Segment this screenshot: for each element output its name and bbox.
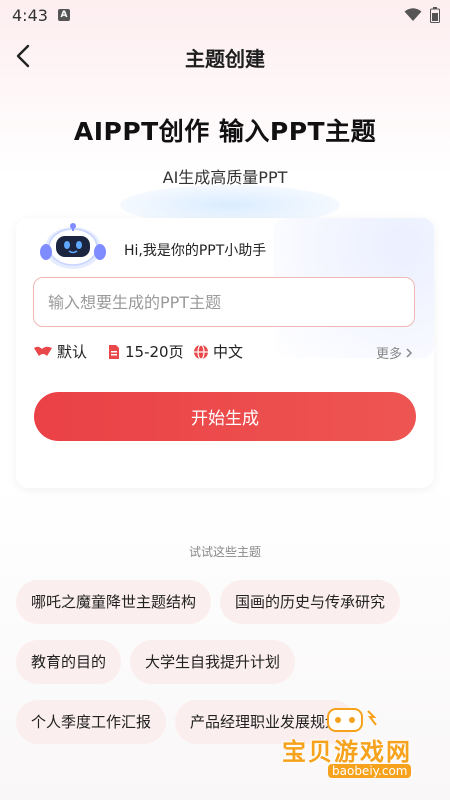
options-row: 默认 15-20页 中文 更多 [33, 341, 415, 363]
hero-title: AIPPT创作 输入PPT主题 [73, 117, 377, 146]
suggestion-chip[interactable]: 国画的历史与传承研究 [220, 580, 401, 624]
suggestion-chip[interactable]: 个人季度工作汇报 [16, 700, 167, 744]
more-label: 更多 [375, 347, 402, 362]
style-label: 默认 [57, 343, 88, 361]
topic-input[interactable] [34, 278, 414, 326]
assistant-greeting: Hi,我是你的PPT小助手 [124, 243, 267, 259]
style-option[interactable]: 默认 [33, 341, 87, 362]
status-bar: 4:43 A [0, 0, 450, 32]
suggestion-chip[interactable]: 大学生自我提升计划 [130, 640, 296, 684]
suggestion-chip[interactable]: 哪吒之魔童降世主题结构 [16, 580, 212, 624]
status-time: 4:43 [12, 6, 48, 25]
robot-assistant-icon [40, 223, 106, 269]
style-icon [34, 346, 52, 356]
header: 主题创建 [0, 32, 450, 82]
wifi-icon [404, 8, 422, 21]
topic-input-box[interactable] [33, 277, 415, 327]
notification-icon: A [58, 9, 70, 21]
document-icon [109, 344, 119, 359]
pages-label: 15-20页 [125, 343, 184, 361]
hero-subtitle: AI生成高质量PPT [162, 168, 288, 187]
status-icons [404, 7, 440, 23]
chevron-right-icon [406, 347, 413, 358]
suggestion-chip[interactable]: 教育的目的 [16, 640, 122, 684]
watermark-text: 宝贝游戏网 [282, 738, 412, 766]
watermark-url: baobeiy.com [328, 764, 412, 778]
suggestions-label: 试试这些主题 [188, 545, 261, 559]
pages-option[interactable]: 15-20页 [107, 341, 184, 362]
more-button[interactable]: 更多 [376, 343, 413, 362]
battery-icon [430, 7, 440, 23]
globe-icon [194, 343, 208, 360]
page-title: 主题创建 [185, 47, 265, 71]
language-option[interactable]: 中文 [193, 341, 243, 362]
language-label: 中文 [213, 343, 244, 361]
start-generate-button[interactable]: 开始生成 [34, 392, 416, 441]
